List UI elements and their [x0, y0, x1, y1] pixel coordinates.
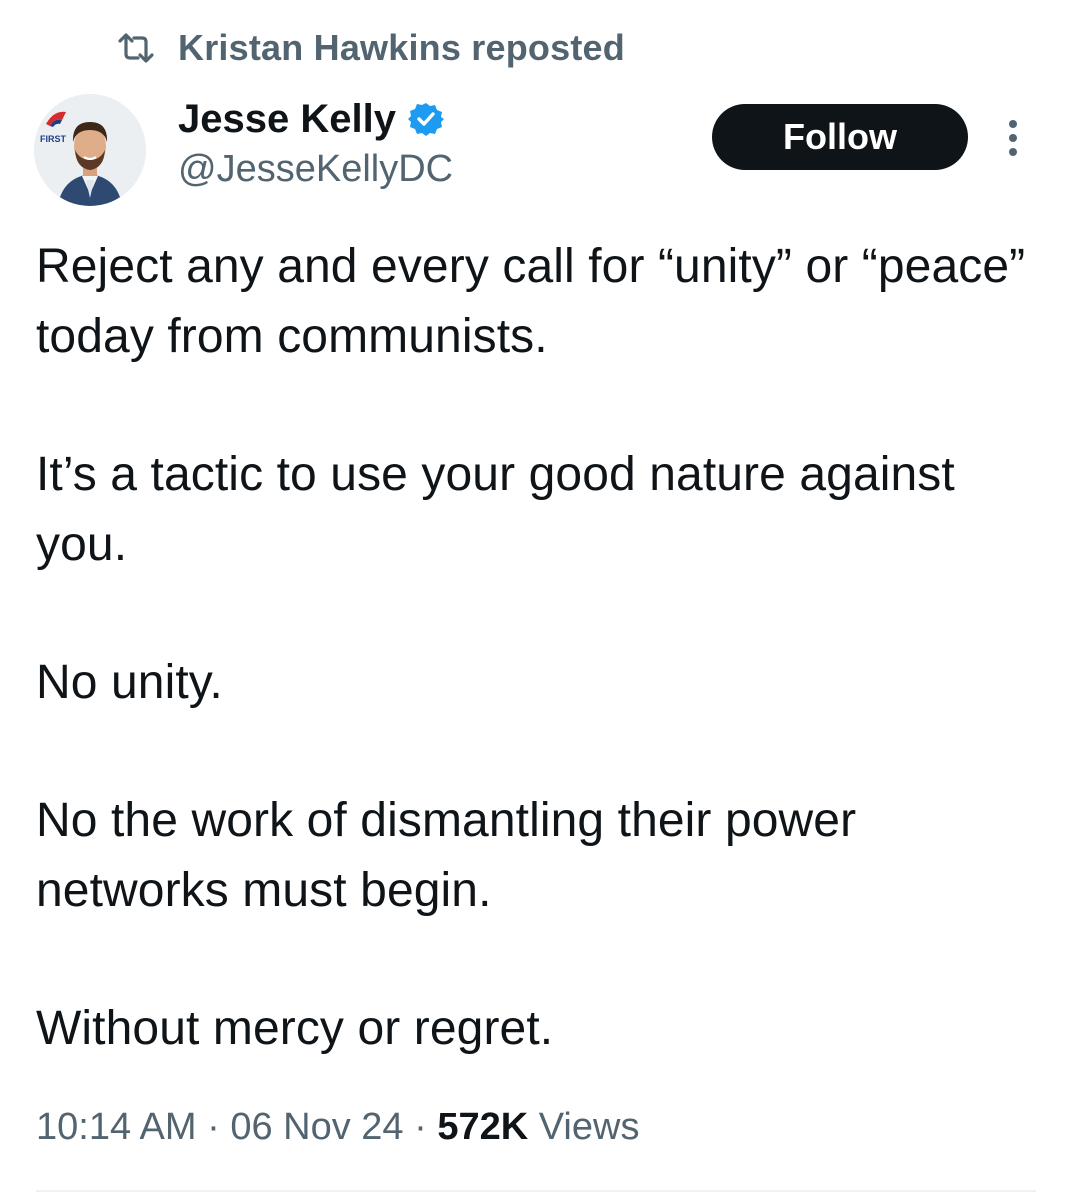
- author-avatar[interactable]: FIRST: [34, 94, 146, 206]
- divider: [36, 1190, 1036, 1192]
- tweet-time[interactable]: 10:14 AM: [36, 1106, 197, 1148]
- meta-separator: ·: [414, 1106, 427, 1148]
- repost-icon: [116, 33, 156, 63]
- tweet-meta: 10:14 AM · 06 Nov 24 · 572K Views: [36, 1106, 639, 1149]
- tweet-date[interactable]: 06 Nov 24: [230, 1106, 403, 1148]
- follow-button[interactable]: Follow: [712, 104, 968, 170]
- repost-header[interactable]: Kristan Hawkins reposted: [116, 24, 625, 72]
- author-display-name[interactable]: Jesse Kelly: [178, 97, 396, 142]
- more-options-icon[interactable]: [1000, 116, 1026, 160]
- repost-label[interactable]: Kristan Hawkins reposted: [178, 27, 625, 69]
- verified-badge-icon[interactable]: [407, 101, 444, 137]
- avatar-logo-text: FIRST: [40, 134, 66, 144]
- author-info[interactable]: Jesse Kelly @JesseKellyDC: [178, 94, 453, 191]
- tweet-text: Reject any and every call for “unity” or…: [36, 232, 1046, 1132]
- tweet-paragraph: Without mercy or regret.: [36, 1002, 554, 1055]
- meta-separator: ·: [207, 1106, 220, 1148]
- tweet-paragraph: No unity.: [36, 656, 223, 709]
- tweet-paragraph: It’s a tactic to use your good nature ag…: [36, 448, 955, 571]
- author-handle[interactable]: @JesseKellyDC: [178, 148, 453, 191]
- tweet-paragraph: Reject any and every call for “unity” or…: [36, 240, 1026, 363]
- tweet-paragraph: No the work of dismantling their power n…: [36, 794, 857, 917]
- views-label[interactable]: Views: [539, 1106, 640, 1148]
- views-count[interactable]: 572K: [437, 1106, 528, 1148]
- author-name-row[interactable]: Jesse Kelly: [178, 94, 453, 144]
